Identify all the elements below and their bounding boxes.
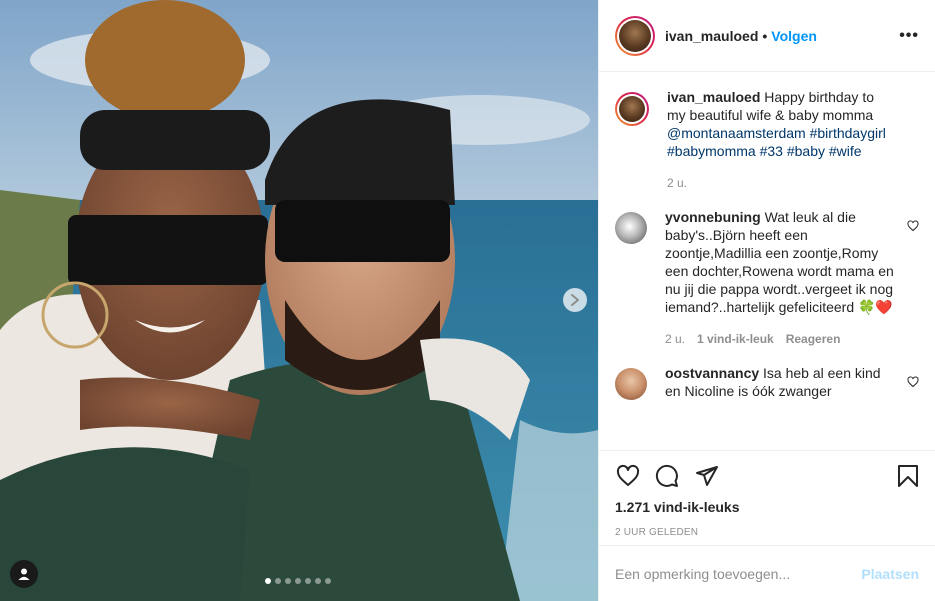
commenter-avatar[interactable]	[615, 368, 647, 400]
author-avatar[interactable]	[615, 15, 655, 56]
reply-button[interactable]: Reageren	[786, 330, 841, 348]
bookmark-icon	[898, 465, 918, 487]
carousel-dot	[265, 578, 271, 584]
chevron-right-icon	[571, 294, 579, 306]
carousel-dot	[285, 578, 291, 584]
likes-count[interactable]: 1.271 vind-ik-leuks	[615, 499, 919, 515]
comment-icon	[655, 464, 678, 487]
post-side-panel: ivan_mauloed • Volgen ••• ivan_mauloed H…	[598, 0, 935, 601]
carousel-indicator	[265, 578, 331, 584]
commenter-avatar[interactable]	[615, 212, 647, 244]
heart-icon	[616, 464, 640, 486]
comment-input[interactable]	[615, 565, 862, 582]
caption-tags[interactable]: @montanaamsterdam #birthdaygirl #babymom…	[667, 125, 886, 159]
heart-icon[interactable]	[907, 376, 919, 388]
add-comment-bar: Plaatsen	[599, 545, 935, 601]
author-username[interactable]: ivan_mauloed	[665, 28, 758, 44]
comment-button[interactable]	[655, 460, 695, 492]
post-actions: 1.271 vind-ik-leuks 2 UUR GELEDEN	[599, 450, 935, 538]
post-header: ivan_mauloed • Volgen •••	[599, 0, 935, 72]
post-timestamp[interactable]: 2 UUR GELEDEN	[615, 527, 919, 538]
user-tag-icon	[18, 568, 30, 580]
share-button[interactable]	[695, 460, 735, 492]
caption-time[interactable]: 2 u.	[667, 174, 687, 192]
save-button[interactable]	[897, 460, 919, 492]
carousel-dot	[275, 578, 281, 584]
comment-username[interactable]: oostvannancy	[665, 365, 759, 381]
comment-emoji: 🍀❤️	[858, 299, 893, 315]
carousel-dot	[295, 578, 301, 584]
tagged-users-button[interactable]	[10, 560, 38, 588]
post-photo[interactable]	[0, 0, 598, 601]
comments-list[interactable]: ivan_mauloed Happy birthday to my beauti…	[599, 72, 935, 450]
post-caption: ivan_mauloed Happy birthday to my beauti…	[615, 88, 919, 192]
post-comment-button[interactable]: Plaatsen	[861, 566, 919, 582]
comment-time[interactable]: 2 u.	[665, 330, 685, 348]
caption-avatar[interactable]	[615, 92, 649, 126]
comment-likes[interactable]: 1 vind-ik-leuk	[697, 330, 774, 348]
photo-image	[0, 0, 598, 601]
paper-plane-icon	[696, 466, 718, 486]
comment-username[interactable]: yvonnebuning	[665, 209, 761, 225]
more-options-icon[interactable]: •••	[899, 27, 919, 45]
comment-item: oostvannancy Isa heb al een kind en Nico…	[615, 364, 919, 400]
header-separator: •	[762, 27, 768, 44]
caption-username[interactable]: ivan_mauloed	[667, 89, 760, 105]
carousel-dot	[315, 578, 321, 584]
carousel-dot	[325, 578, 331, 584]
carousel-dot	[305, 578, 311, 584]
follow-button[interactable]: Volgen	[771, 28, 817, 44]
like-button[interactable]	[615, 460, 655, 492]
comment-item: yvonnebuning Wat leuk al die baby's..Bjö…	[615, 208, 919, 348]
next-photo-button[interactable]	[563, 288, 587, 312]
heart-icon[interactable]	[907, 220, 919, 232]
